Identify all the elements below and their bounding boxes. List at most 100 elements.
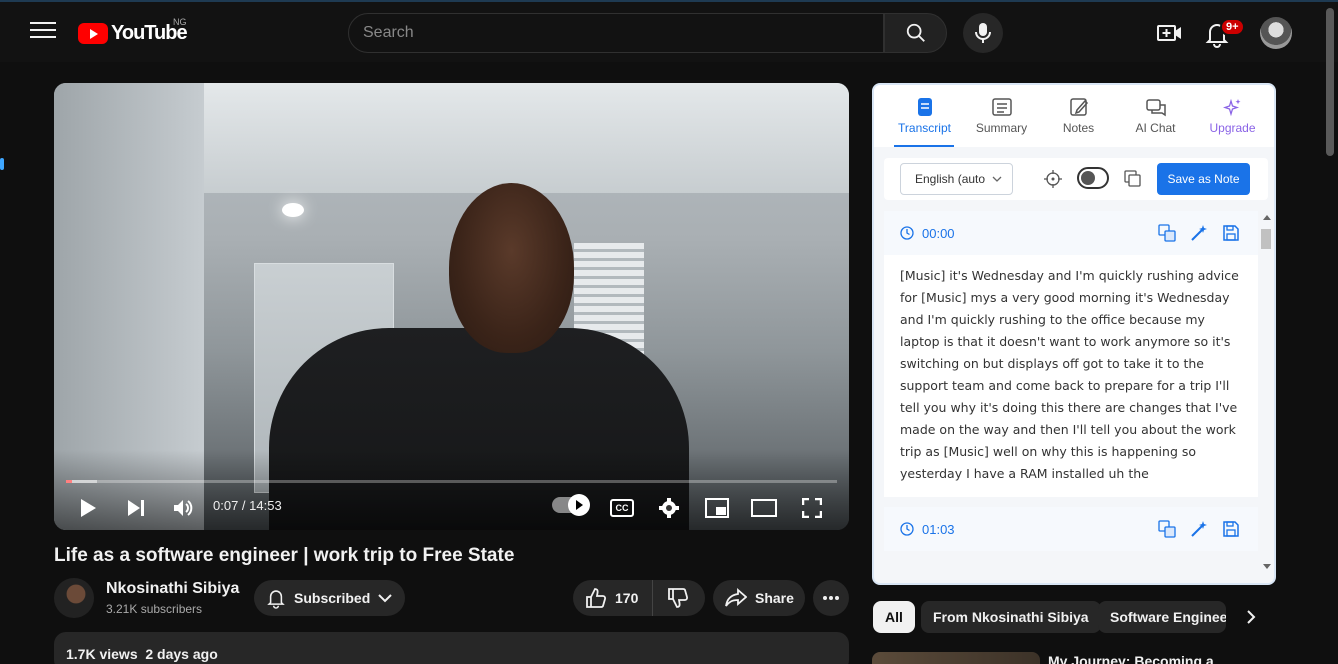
settings-button[interactable] (656, 495, 682, 521)
segment-header: 00:00 (884, 211, 1258, 255)
language-value: English (auto (915, 172, 986, 186)
progress-bar[interactable] (66, 480, 837, 483)
crosshair-icon[interactable] (1044, 170, 1062, 188)
hamburger-menu-icon[interactable] (30, 22, 56, 42)
tab-notes[interactable]: Notes (1040, 85, 1117, 147)
voice-search-button[interactable] (963, 13, 1003, 53)
transcript-icon (917, 98, 932, 116)
translate-icon[interactable] (1158, 224, 1176, 242)
thumbs-down-icon (668, 588, 689, 608)
chip-from-channel[interactable]: From Nkosinathi Sibiya (921, 601, 1101, 633)
video-title: Life as a software engineer | work trip … (54, 545, 515, 566)
tab-transcript[interactable]: Transcript (886, 85, 963, 147)
panel-tabs: Transcript Summary Notes AI Chat Upgrade (874, 85, 1274, 147)
tab-summary[interactable]: Summary (963, 85, 1040, 147)
play-button[interactable] (76, 495, 100, 521)
search-box (348, 13, 884, 53)
chip-next-button[interactable] (1238, 604, 1264, 630)
segment-actions (1158, 520, 1240, 538)
transcript-segment: 00:00 [Music] it's Wednesday and I'm qui… (884, 211, 1258, 497)
video-player[interactable]: 0:07 / 14:53 CC (54, 83, 849, 530)
tab-transcript-label: Transcript (898, 121, 951, 135)
copy-icon[interactable] (1123, 169, 1143, 189)
chip-all[interactable]: All (873, 601, 915, 633)
page-scrollbar[interactable] (1326, 8, 1334, 156)
create-button[interactable] (1156, 20, 1184, 46)
captions-icon: CC (610, 499, 634, 517)
captions-button[interactable]: CC (609, 495, 635, 521)
save-icon[interactable] (1222, 224, 1240, 242)
more-horizontal-icon (823, 596, 839, 600)
transcript-scrollbar[interactable] (1261, 215, 1271, 569)
create-video-icon (1157, 25, 1181, 41)
recommendation-thumbnail[interactable] (872, 652, 1040, 664)
tab-summary-label: Summary (975, 121, 1028, 135)
autoscroll-toggle[interactable] (1077, 167, 1109, 189)
chip-software-engineer[interactable]: Software Engineer (1098, 601, 1226, 633)
edge-marker (0, 158, 4, 170)
theater-mode-button[interactable] (751, 495, 777, 521)
search-input[interactable] (363, 24, 869, 42)
description-box[interactable]: 1.7K views 2 days ago (54, 632, 849, 664)
scroll-thumb[interactable] (1261, 229, 1271, 249)
tab-notes-label: Notes (1062, 121, 1095, 135)
time-display: 0:07 / 14:53 (213, 498, 282, 513)
like-button[interactable]: 170 (573, 580, 653, 616)
volume-icon (174, 500, 193, 516)
notification-badge: 9+ (1220, 18, 1245, 36)
theater-icon (751, 499, 777, 517)
segment-timestamp[interactable]: 01:03 (922, 522, 955, 537)
language-select[interactable]: English (auto (900, 163, 1013, 195)
summary-icon (991, 98, 1012, 116)
notes-icon (1069, 98, 1088, 116)
search-icon (906, 23, 925, 42)
video-frame-ceiling (204, 83, 849, 193)
scroll-up-arrow-icon[interactable] (1263, 215, 1271, 220)
segment-text: [Music] it's Wednesday and I'm quickly r… (884, 255, 1258, 497)
transcript-segment: 01:03 (884, 507, 1258, 551)
translate-icon[interactable] (1158, 520, 1176, 538)
volume-button[interactable] (170, 495, 196, 521)
share-button[interactable]: Share (713, 580, 805, 616)
chat-icon (1145, 99, 1166, 117)
toggle-knob (1081, 171, 1095, 185)
autoplay-toggle[interactable] (552, 494, 590, 516)
magic-wand-icon[interactable] (1190, 224, 1208, 242)
video-frame-light (282, 203, 304, 217)
miniplayer-icon (705, 498, 729, 518)
clock-icon (900, 522, 914, 536)
recommendation-title[interactable]: My Journey: Becoming a (1048, 653, 1214, 664)
user-avatar[interactable] (1260, 17, 1292, 49)
microphone-icon (975, 23, 991, 43)
subscribed-button[interactable]: Subscribed (254, 580, 405, 616)
channel-avatar[interactable] (54, 578, 94, 618)
channel-name[interactable]: Nkosinathi Sibiya (106, 580, 239, 598)
sparkles-icon (1222, 98, 1240, 117)
next-button[interactable] (124, 495, 148, 521)
chevron-down-icon (992, 176, 1002, 182)
transcript-list[interactable]: 00:00 [Music] it's Wednesday and I'm qui… (884, 211, 1258, 571)
tab-upgrade[interactable]: Upgrade (1194, 85, 1271, 147)
youtube-logo[interactable]: YouTube NG (78, 17, 188, 46)
search-button[interactable] (884, 13, 947, 53)
video-frame-person-head (449, 183, 574, 353)
dislike-button[interactable] (653, 580, 703, 616)
subscriber-count: 3.21K subscribers (106, 602, 203, 616)
share-icon (725, 588, 747, 607)
fullscreen-button[interactable] (799, 495, 825, 521)
gear-icon (659, 498, 679, 518)
like-count: 170 (615, 590, 639, 606)
scroll-down-arrow-icon[interactable] (1263, 564, 1271, 569)
magic-wand-icon[interactable] (1190, 520, 1208, 538)
save-icon[interactable] (1222, 520, 1240, 538)
tab-upgrade-label: Upgrade (1209, 121, 1256, 135)
segment-timestamp[interactable]: 00:00 (922, 226, 955, 241)
chevron-right-icon (1247, 610, 1256, 624)
miniplayer-button[interactable] (704, 495, 730, 521)
save-as-note-button[interactable]: Save as Note (1157, 163, 1250, 195)
views-and-date: 1.7K views 2 days ago (66, 646, 218, 662)
more-actions-button[interactable] (813, 580, 849, 616)
fullscreen-icon (802, 498, 822, 518)
play-icon (81, 499, 96, 517)
tab-ai-chat[interactable]: AI Chat (1117, 85, 1194, 147)
